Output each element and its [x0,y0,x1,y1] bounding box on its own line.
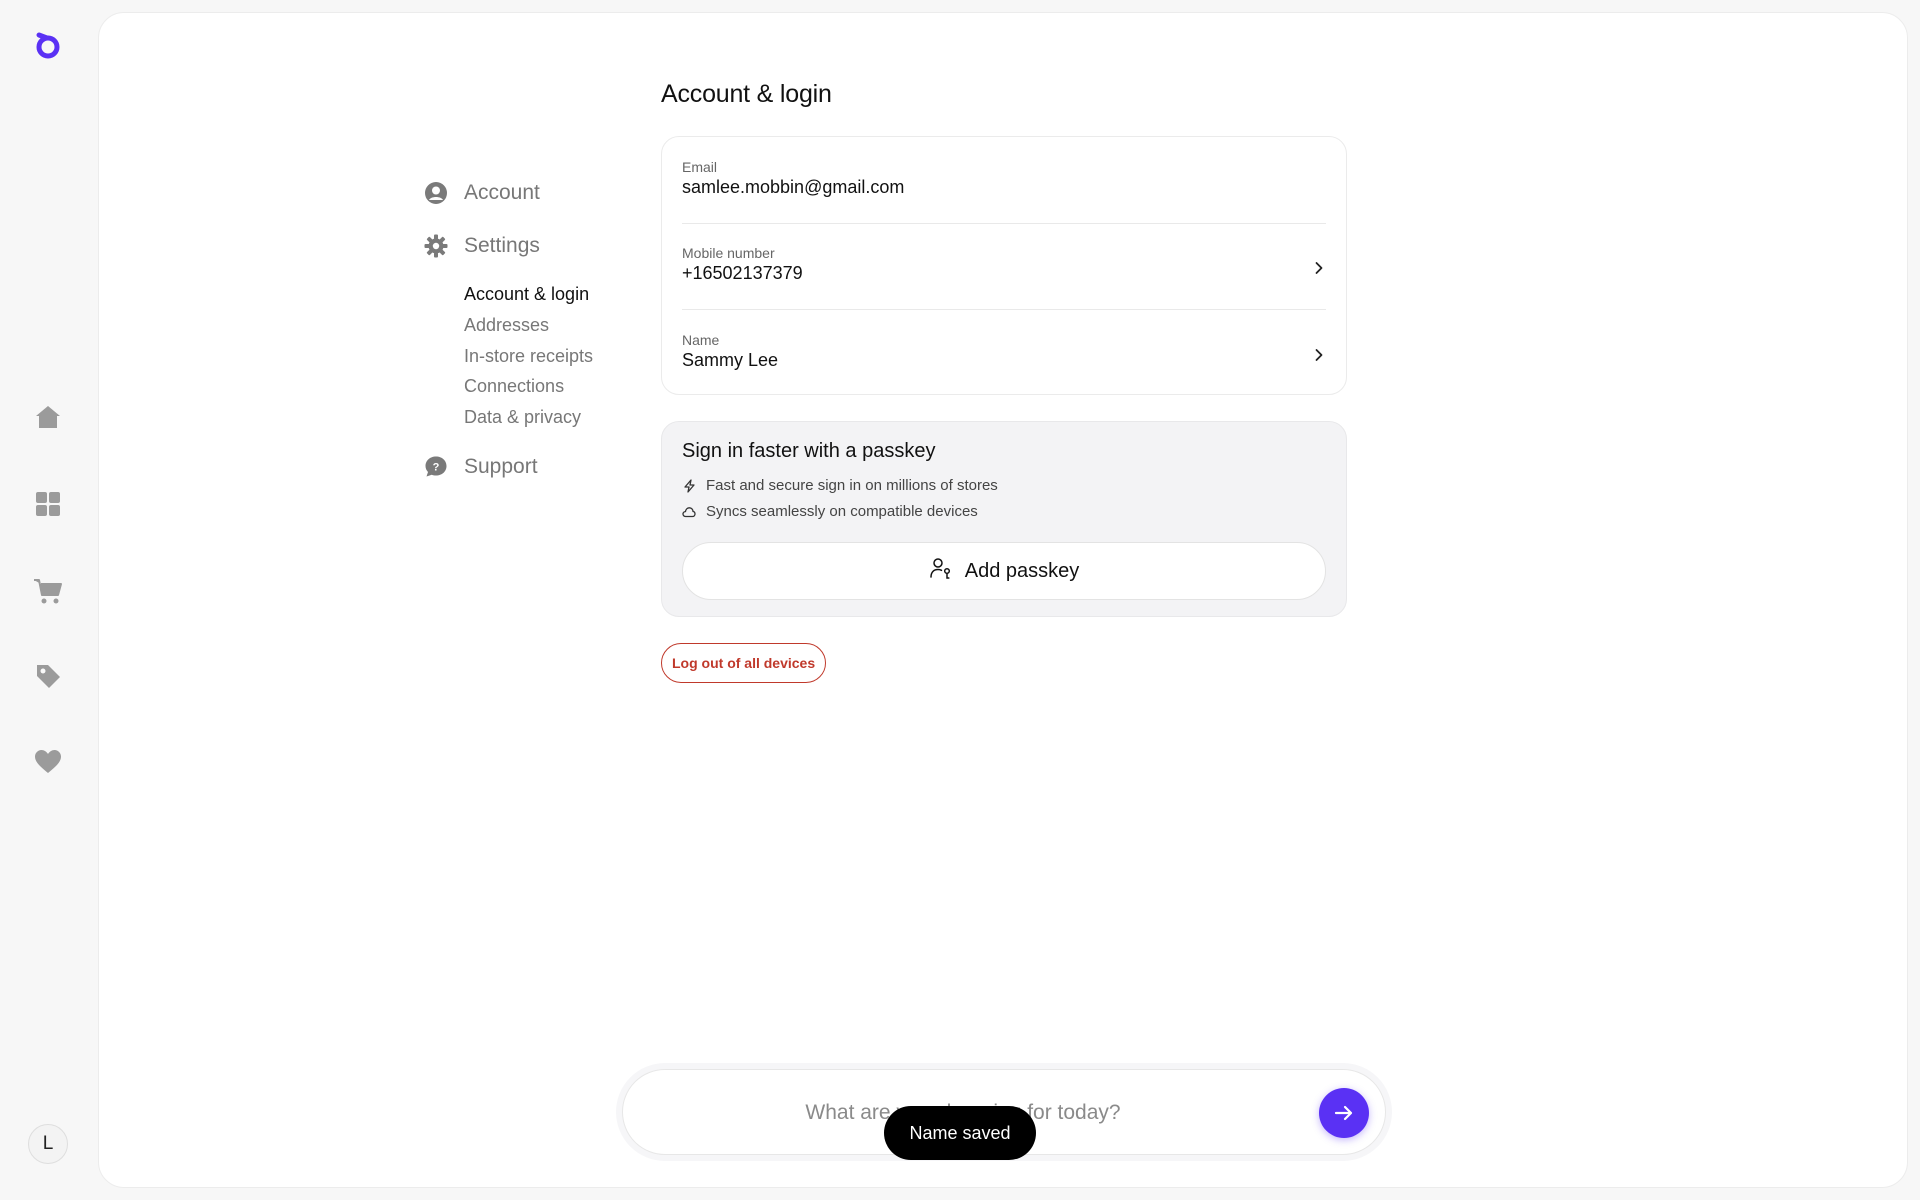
nav-sub-data-privacy[interactable]: Data & privacy [464,407,581,428]
arrow-right-icon [1334,1105,1353,1121]
email-value: samlee.mobbin@gmail.com [682,177,905,197]
email-row: Email samlee.mobbin@gmail.com [682,137,1326,223]
chevron-right-icon [1315,262,1323,274]
home-icon[interactable] [33,402,63,432]
name-value: Sammy Lee [682,350,779,370]
nav-sub-in-store-receipts[interactable]: In-store receipts [464,346,593,367]
passkey-card: Sign in faster with a passkey Fast and s… [661,421,1347,617]
nav-item-support-label: Support [464,455,538,478]
svg-text:?: ? [433,462,440,474]
name-row[interactable]: Name Sammy Lee [682,310,1326,396]
cloud-icon [682,505,696,519]
grid-icon[interactable] [33,489,63,519]
shop-logo-icon[interactable] [33,30,63,60]
nav-sub-account-login[interactable]: Account & login [464,284,589,305]
passkey-feature-sync: Syncs seamlessly on compatible devices [682,503,978,520]
nav-item-account[interactable]: Account [424,178,540,208]
mobile-number-label: Mobile number [682,245,775,261]
avatar[interactable]: L [28,1124,68,1164]
nav-item-settings[interactable]: Settings [424,231,540,261]
name-label: Name [682,332,720,348]
passkey-feature-fast-text: Fast and secure sign in on millions of s… [706,477,998,494]
nav-item-account-label: Account [464,181,540,204]
left-rail: L [0,0,96,1200]
log-out-all-devices-button[interactable]: Log out of all devices [661,643,827,683]
nav-sub-addresses[interactable]: Addresses [464,315,549,336]
account-details-card: Email samlee.mobbin@gmail.com Mobile num… [661,136,1347,395]
tag-icon[interactable] [33,661,63,691]
mobile-number-row[interactable]: Mobile number +16502137379 [682,223,1326,309]
passkey-feature-sync-text: Syncs seamlessly on compatible devices [706,503,978,520]
nav-item-settings-label: Settings [464,234,540,257]
passkey-feature-fast: Fast and secure sign in on millions of s… [682,477,998,494]
passkey-title: Sign in faster with a passkey [682,440,936,462]
add-passkey-label: Add passkey [964,559,1080,582]
passkey-user-icon [929,556,953,586]
mobile-number-value: +16502137379 [682,263,803,283]
page-title: Account & login [661,80,832,108]
help-bubble-icon: ? [424,455,448,479]
chevron-right-icon [1315,349,1323,361]
gear-icon [424,234,448,258]
send-button[interactable] [1319,1088,1369,1138]
nav-sub-connections[interactable]: Connections [464,376,564,397]
email-label: Email [682,159,718,175]
add-passkey-button[interactable]: Add passkey [682,542,1326,600]
heart-icon[interactable] [33,747,63,777]
toast-notification: Name saved [884,1106,1036,1160]
user-circle-icon [424,181,448,205]
cart-icon[interactable] [33,576,63,606]
nav-item-support[interactable]: ? Support [424,452,538,482]
lightning-icon [682,478,696,493]
